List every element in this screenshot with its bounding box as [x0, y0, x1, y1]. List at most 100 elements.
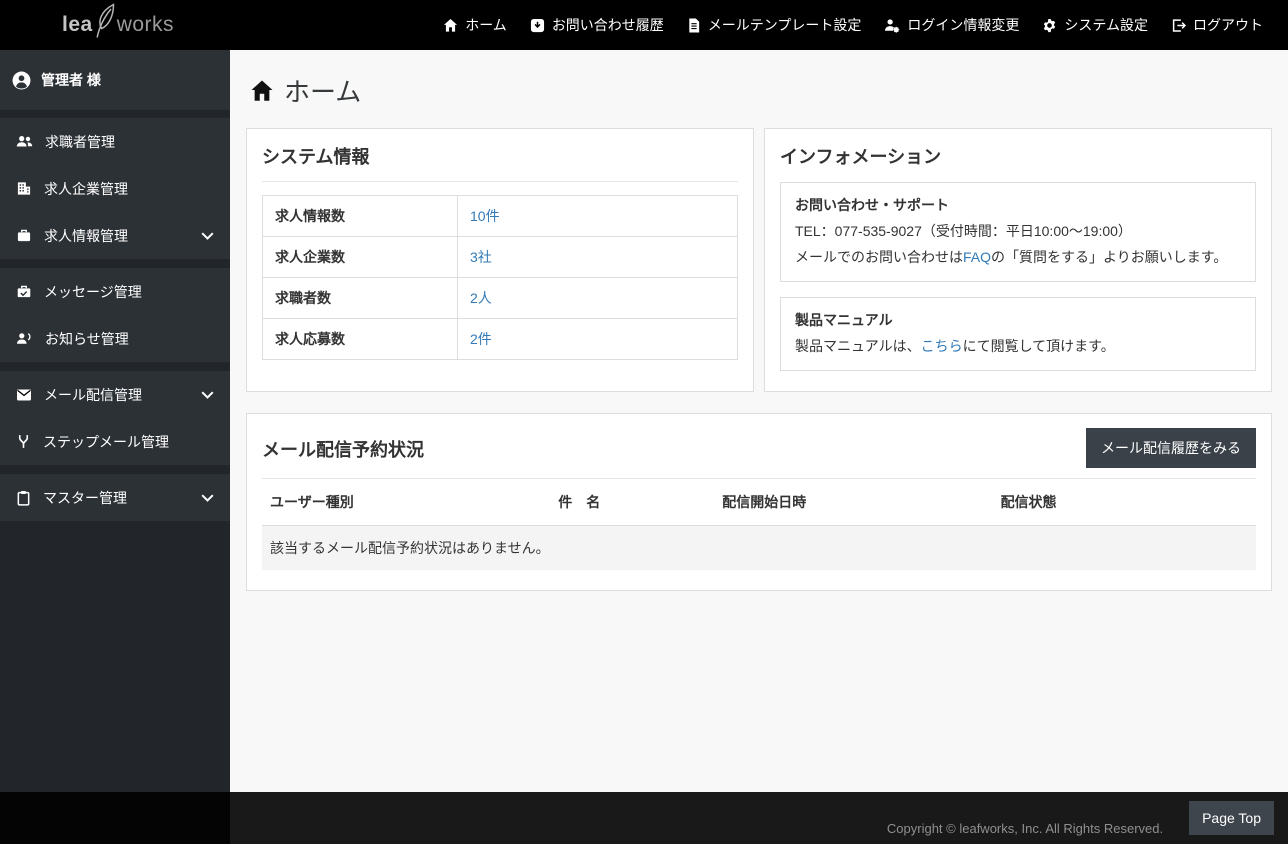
inbox-arrow-icon — [530, 18, 545, 33]
brand-logo-lea: lea — [62, 13, 93, 37]
home-icon — [443, 18, 458, 33]
information-panel: インフォメーション お問い合わせ・サポート TEL：077-535-9027（受… — [764, 128, 1272, 392]
support-box: お問い合わせ・サポート TEL：077-535-9027（受付時間：平日10:0… — [780, 182, 1256, 282]
briefcase-icon — [16, 228, 32, 243]
branch-icon — [16, 434, 31, 449]
gear-icon — [1042, 18, 1057, 33]
sidebar-item-label: 求人情報管理 — [44, 226, 128, 246]
support-mail-line: メールでのお問い合わせはFAQの「質問をする」よりお願いします。 — [795, 244, 1241, 270]
manual-box: 製品マニュアル 製品マニュアルは、こちらにて閲覧して頂けます。 — [780, 297, 1256, 371]
topnav-system-settings[interactable]: システム設定 — [1042, 15, 1148, 35]
sidebar-item-label: ステップメール管理 — [43, 432, 169, 452]
leaf-logo-icon — [92, 2, 120, 45]
table-row: 求人応募数 2件 — [263, 319, 738, 360]
envelope-icon — [16, 388, 32, 402]
chevron-down-icon — [201, 494, 214, 502]
brand-logo[interactable]: lea works — [62, 2, 174, 49]
column-status: 配信状態 — [993, 479, 1256, 526]
footer-bar: Copyright © leafworks, Inc. All Rights R… — [230, 792, 1288, 844]
copyright-text: Copyright © leafworks, Inc. All Rights R… — [887, 821, 1163, 836]
user-gear-icon — [884, 18, 900, 33]
sidebar-item-messages[interactable]: メッセージ管理 — [0, 268, 230, 315]
sidebar-item-label: メール配信管理 — [44, 385, 142, 405]
sidebar-user: 管理者 様 — [0, 50, 230, 110]
topnav-logout-label: ログアウト — [1193, 15, 1263, 35]
topnav-login-info-label: ログイン情報変更 — [907, 15, 1019, 35]
manual-line: 製品マニュアルは、こちらにて閲覧して頂けます。 — [795, 333, 1241, 359]
users-icon — [16, 134, 33, 149]
mail-schedule-panel: メール配信予約状況 メール配信履歴をみる ユーザー種別 件 名 配信開始日時 配… — [246, 413, 1272, 591]
topbar: lea works ホーム お問い合わせ履歴 メールテンプレート設定 ログイン情… — [0, 0, 1288, 50]
sidebar-item-notices[interactable]: お知らせ管理 — [0, 315, 230, 362]
sidebar-group-recruit: 求職者管理 求人企業管理 求人情報管理 — [0, 118, 230, 259]
page-title-text: ホーム — [284, 72, 361, 109]
stat-value-link[interactable]: 2件 — [470, 331, 492, 347]
topnav-inquiry-history[interactable]: お問い合わせ履歴 — [530, 15, 664, 35]
sidebar-item-label: お知らせ管理 — [45, 329, 129, 349]
sidebar-item-label: 求職者管理 — [45, 132, 115, 152]
table-row: 求人企業数 3社 — [263, 237, 738, 278]
sidebar-user-label: 管理者 様 — [41, 70, 101, 90]
brand-logo-works: works — [117, 13, 174, 37]
system-info-title: システム情報 — [262, 143, 738, 182]
mail-schedule-table: ユーザー種別 件 名 配信開始日時 配信状態 該当するメール配信予約状況はありま… — [262, 479, 1256, 570]
page-title: ホーム — [250, 72, 1272, 109]
sidebar-item-master[interactable]: マスター管理 — [0, 474, 230, 521]
table-header-row: ユーザー種別 件 名 配信開始日時 配信状態 — [262, 479, 1256, 526]
topnav-inquiry-history-label: お問い合わせ履歴 — [552, 15, 664, 35]
mail-schedule-title: メール配信予約状況 — [262, 436, 424, 462]
empty-state-row: 該当するメール配信予約状況はありません。 — [262, 526, 1256, 571]
faq-link[interactable]: FAQ — [963, 249, 991, 265]
column-user-type: ユーザー種別 — [262, 479, 550, 526]
user-circle-icon — [12, 71, 31, 90]
bag-check-icon — [16, 284, 32, 299]
sidebar-group-communication: メッセージ管理 お知らせ管理 — [0, 268, 230, 362]
manual-link[interactable]: こちら — [921, 338, 963, 354]
footer: Copyright © leafworks, Inc. All Rights R… — [0, 792, 1288, 844]
page-top-button[interactable]: Page Top — [1189, 801, 1274, 835]
building-icon — [16, 181, 32, 196]
sidebar-item-job-listings[interactable]: 求人情報管理 — [0, 212, 230, 259]
sidebar-item-companies[interactable]: 求人企業管理 — [0, 165, 230, 212]
sidebar-item-label: マスター管理 — [43, 488, 127, 508]
topnav-mail-template-settings-label: メールテンプレート設定 — [708, 15, 862, 35]
top-navigation: ホーム お問い合わせ履歴 メールテンプレート設定 ログイン情報変更 システム設定… — [420, 15, 1263, 35]
table-row: 求職者数 2人 — [263, 278, 738, 319]
sidebar-item-jobseekers[interactable]: 求職者管理 — [0, 118, 230, 165]
sidebar-group-master: マスター管理 — [0, 474, 230, 521]
topnav-login-info[interactable]: ログイン情報変更 — [884, 15, 1019, 35]
stat-value-link[interactable]: 2人 — [470, 290, 492, 306]
support-tel-line: TEL：077-535-9027（受付時間：平日10:00～19:00） — [795, 218, 1241, 244]
chevron-down-icon — [201, 232, 214, 240]
sidebar-item-mail-delivery[interactable]: メール配信管理 — [0, 371, 230, 418]
file-text-icon — [687, 18, 701, 33]
system-info-table: 求人情報数 10件 求人企業数 3社 求職者数 2人 求人応募数 2件 — [262, 195, 738, 360]
topnav-home[interactable]: ホーム — [443, 15, 507, 35]
sidebar-item-step-mail[interactable]: ステップメール管理 — [0, 418, 230, 465]
sidebar-item-label: メッセージ管理 — [44, 282, 142, 302]
table-row: 求人情報数 10件 — [263, 196, 738, 237]
stat-value-link[interactable]: 10件 — [470, 208, 500, 224]
stat-label: 求人企業数 — [263, 237, 458, 278]
stat-label: 求人応募数 — [263, 319, 458, 360]
view-mail-history-button[interactable]: メール配信履歴をみる — [1086, 428, 1256, 468]
sidebar-group-mail: メール配信管理 ステップメール管理 — [0, 371, 230, 465]
mail-schedule-header: メール配信予約状況 メール配信履歴をみる — [262, 428, 1256, 479]
empty-state-message: 該当するメール配信予約状況はありません。 — [262, 526, 1256, 571]
topnav-mail-template-settings[interactable]: メールテンプレート設定 — [687, 15, 862, 35]
footer-sidebar-spacer — [0, 792, 230, 844]
system-info-panel: システム情報 求人情報数 10件 求人企業数 3社 求職者数 2人 — [246, 128, 754, 392]
stat-value-link[interactable]: 3社 — [470, 249, 492, 265]
logout-icon — [1171, 18, 1186, 33]
support-box-title: お問い合わせ・サポート — [795, 192, 1241, 218]
topnav-logout[interactable]: ログアウト — [1171, 15, 1263, 35]
topnav-system-settings-label: システム設定 — [1064, 15, 1148, 35]
column-subject: 件 名 — [550, 479, 714, 526]
home-icon — [250, 79, 274, 103]
stat-label: 求人情報数 — [263, 196, 458, 237]
sidebar: 管理者 様 求職者管理 求人企業管理 求人情報管理 メッセージ管理 — [0, 50, 230, 792]
chevron-down-icon — [201, 391, 214, 399]
clipboard-icon — [16, 490, 31, 506]
manual-box-title: 製品マニュアル — [795, 307, 1241, 333]
announce-icon — [16, 331, 33, 346]
